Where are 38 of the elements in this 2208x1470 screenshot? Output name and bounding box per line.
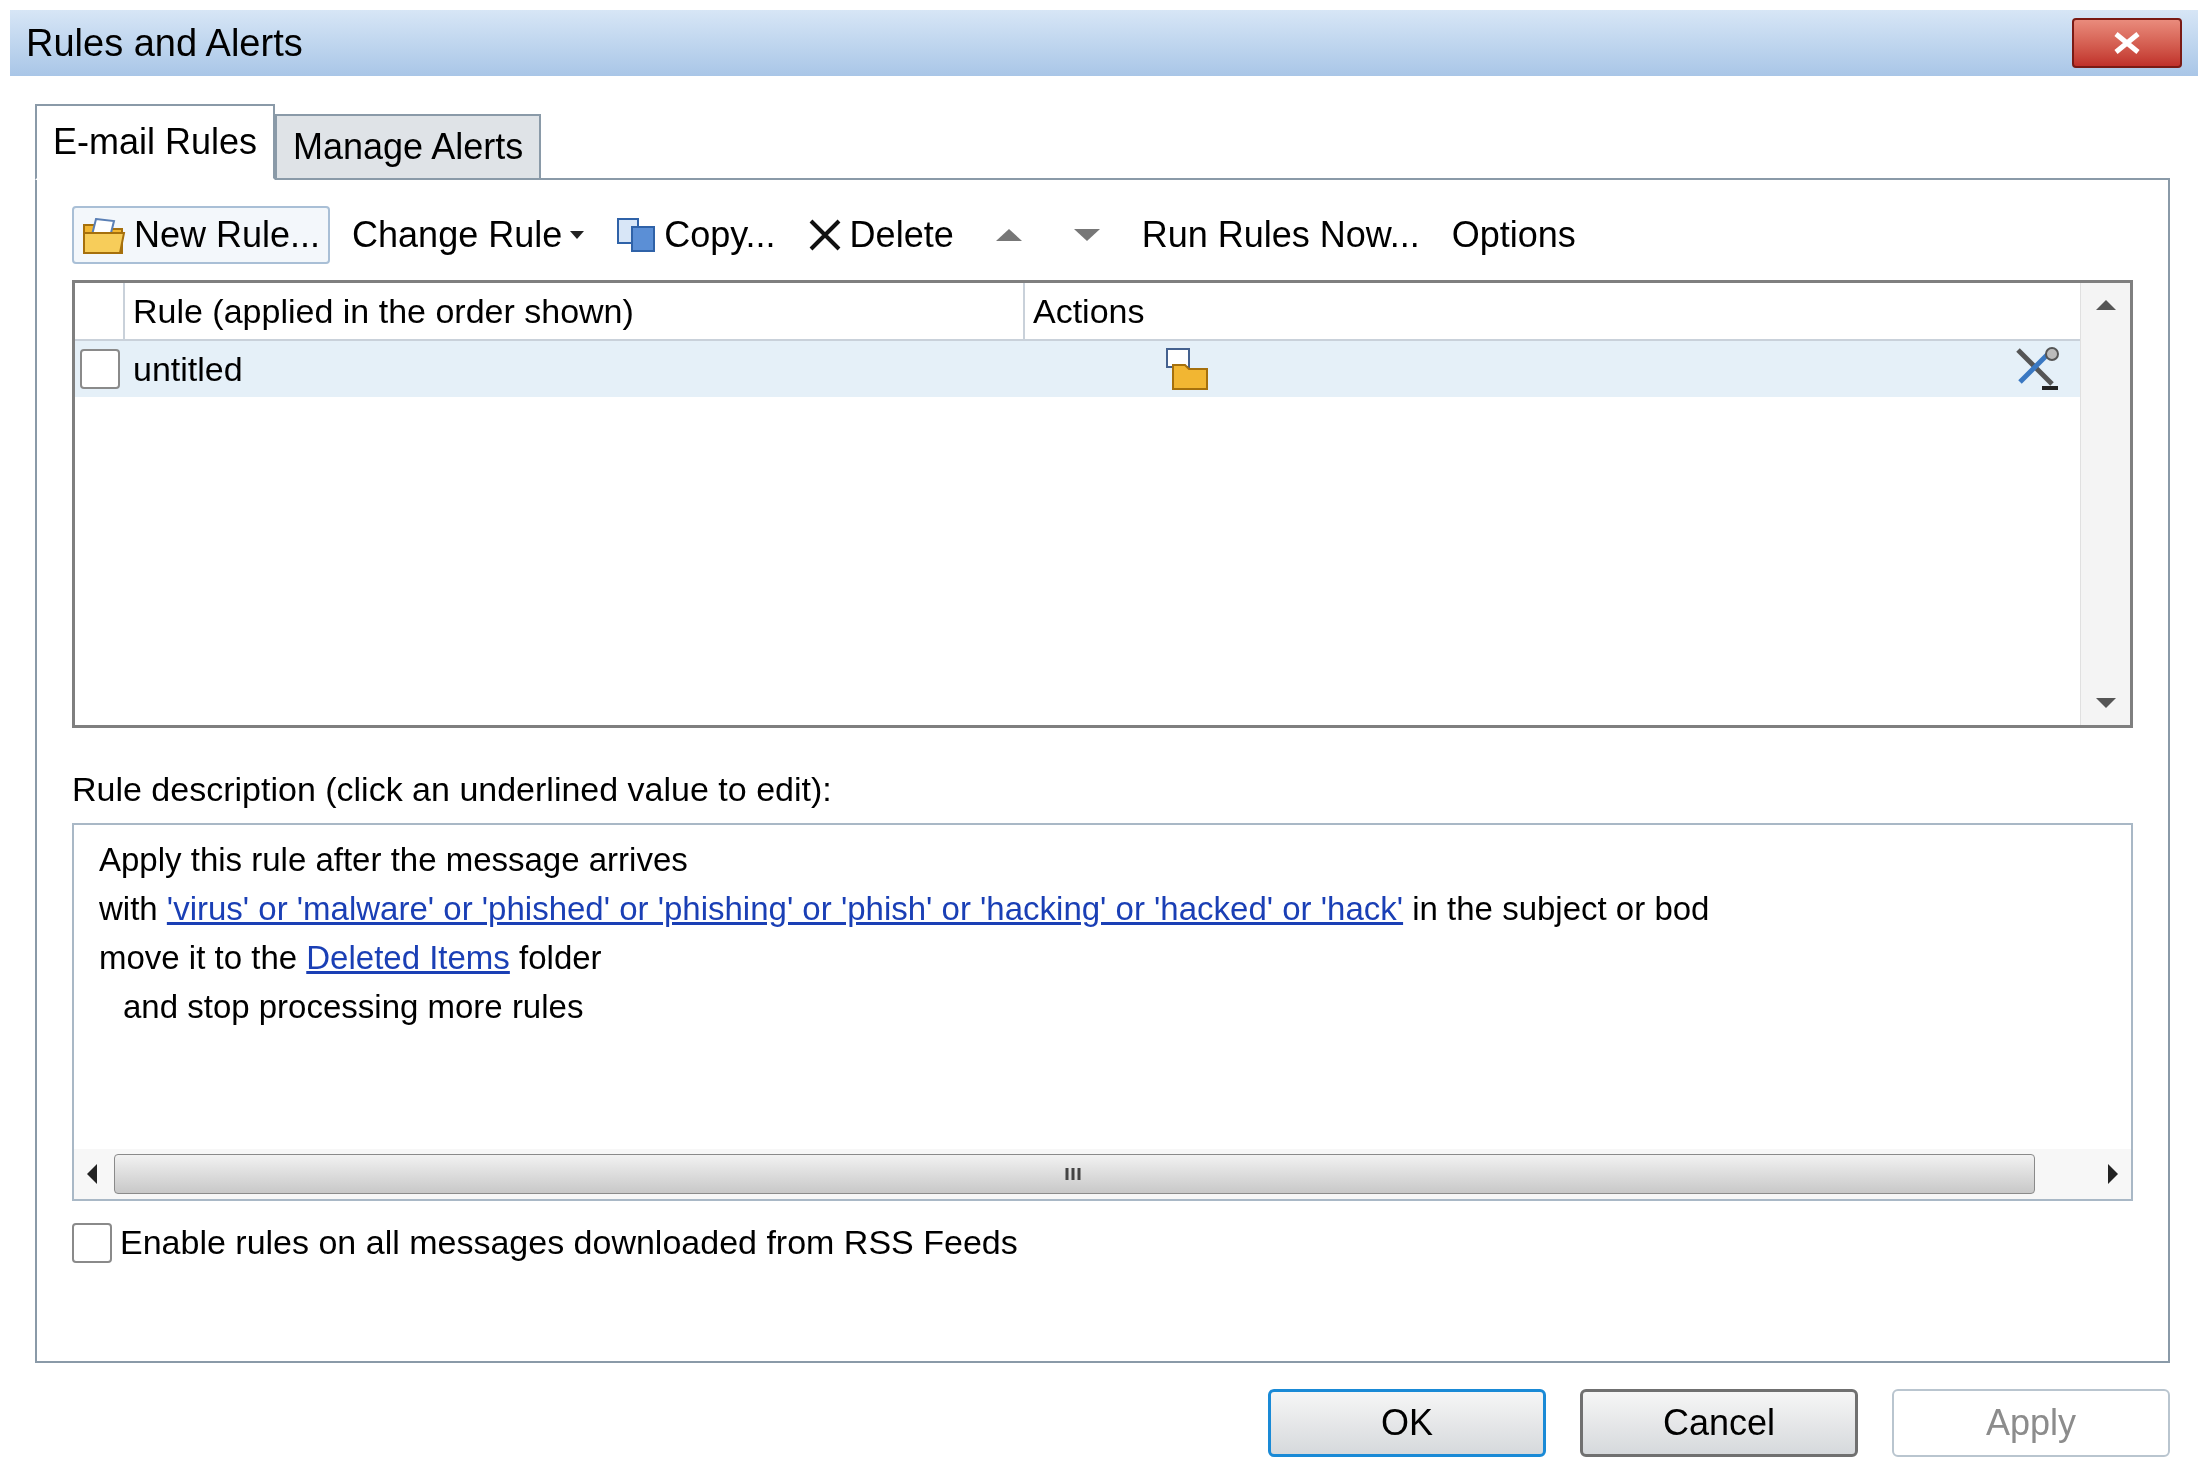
rule-row[interactable]: untitled [75, 341, 2080, 397]
horizontal-scrollbar[interactable] [74, 1149, 2131, 1199]
description-line: with 'virus' or 'malware' or 'phished' or 'phishing' or 'phish' or 'hacking' or 'hacked' or 'hack' in the subject or bod [99, 889, 1711, 929]
close-icon [2112, 31, 2142, 55]
value-link[interactable]: 'virus' or 'malware' or 'phished' or 'phishing' or 'phish' or 'hacking' or 'hacked' or 'hack' [166, 890, 1404, 927]
description-line: and stop processing more rules [122, 987, 585, 1027]
description-label: Rule description (click an underlined value to edit): [72, 770, 832, 808]
close-icon [807, 218, 842, 252]
checkbox[interactable] [72, 1222, 112, 1263]
checkbox[interactable] [80, 349, 120, 389]
close-button[interactable] [2072, 18, 2182, 68]
rule-name: untitled [132, 348, 244, 390]
tab[interactable]: Manage Alerts [275, 114, 542, 178]
column-header[interactable]: Rule (applied in the order shown) [125, 283, 1025, 339]
copy-button[interactable]: Copy... [606, 206, 786, 264]
tab[interactable]: E-mail Rules [35, 104, 276, 180]
up-arrow-icon[interactable] [2094, 299, 2117, 311]
folder-icon [82, 215, 126, 255]
new-rule-button[interactable]: New Rule... [72, 206, 331, 264]
value-link[interactable]: Deleted Items [306, 939, 510, 976]
copy-icon [616, 217, 657, 253]
left-arrow-icon[interactable] [86, 1163, 98, 1185]
dialog-button[interactable]: Cancel [1580, 1389, 1858, 1457]
delete-button[interactable]: Delete [797, 206, 964, 264]
toolbar-button[interactable]: Options [1441, 206, 1586, 264]
change-rule-button[interactable]: Change Rule [342, 206, 595, 264]
description-line: Apply this rule after the message arrives [99, 840, 689, 880]
vertical-scrollbar[interactable] [2080, 283, 2130, 725]
window-title: Rules and Alerts [26, 20, 303, 66]
down-arrow-icon[interactable] [2094, 697, 2117, 709]
right-arrow-icon[interactable] [2107, 1163, 2119, 1185]
dialog-button[interactable]: OK [1268, 1389, 1546, 1457]
column-header[interactable]: Actions [1025, 283, 2080, 339]
checkbox-label: Enable rules on all messages downloaded from RSS Feeds [120, 1222, 1018, 1263]
folder-icon [1165, 347, 1209, 391]
toolbar-button[interactable]: Run Rules Now... [1131, 206, 1430, 264]
caret-icon [570, 231, 585, 239]
description-line: move it to the Deleted Items folder [99, 938, 603, 978]
